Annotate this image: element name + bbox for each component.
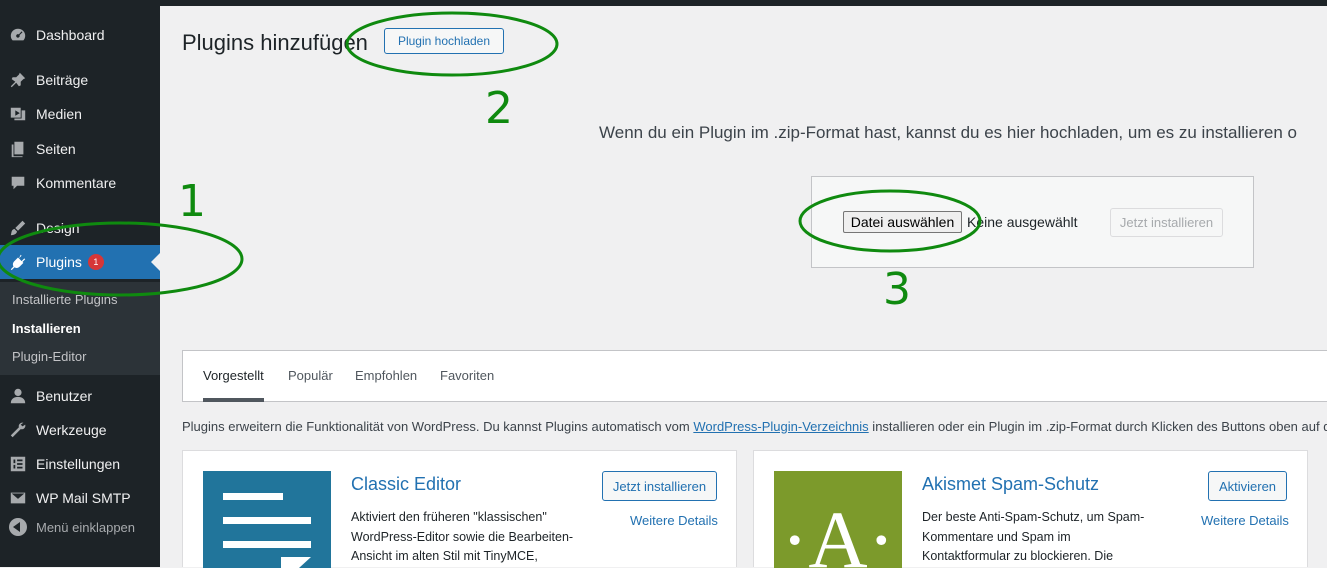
annotation-ellipse-upload	[345, 11, 559, 77]
annotation-number-2: 2	[485, 83, 513, 134]
annotation-ellipse-plugins	[0, 221, 244, 297]
annotation-ellipse-file	[798, 189, 982, 253]
annotation-number-1: 1	[178, 176, 206, 227]
annotation-number-3: 3	[883, 264, 911, 315]
annotation-overlay	[0, 11, 982, 297]
